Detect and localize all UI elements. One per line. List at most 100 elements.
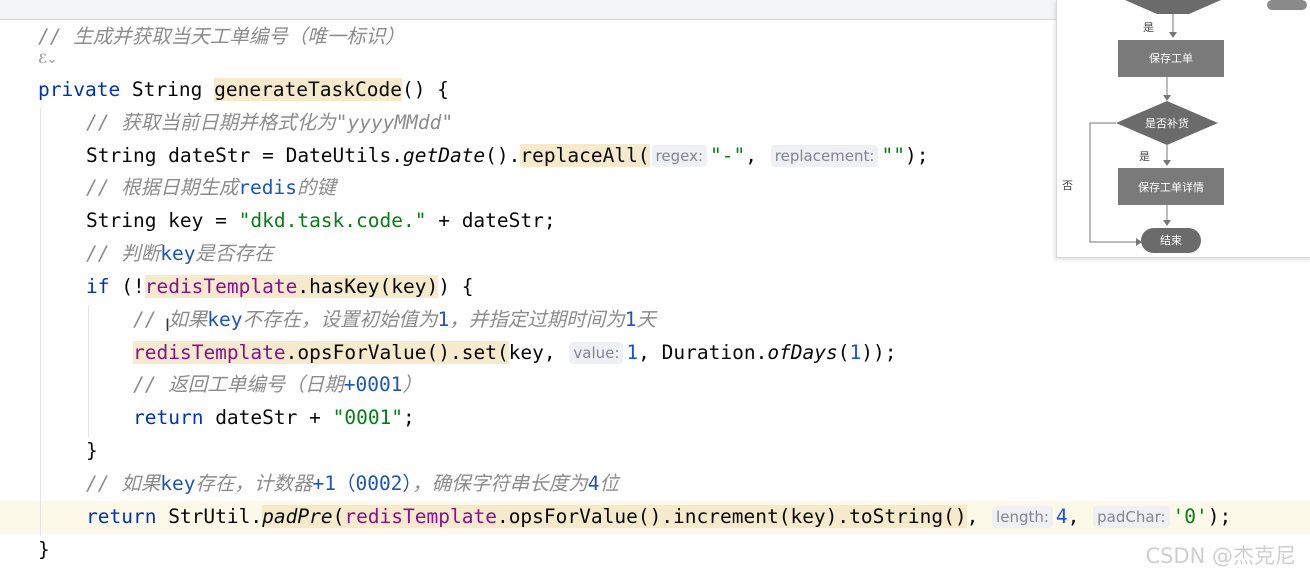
code-line[interactable]: private String generateTaskCode() { <box>38 75 449 105</box>
code-token: 4 <box>1055 505 1068 528</box>
code-token: , <box>1067 505 1092 528</box>
code-token: (redisTemplate.opsForValue().increment(k… <box>332 505 967 528</box>
code-token: String dateStr = DateUtils. <box>86 144 403 167</box>
code-token: "-" <box>710 144 746 167</box>
code-token: replaceAll( <box>520 144 650 167</box>
code-token: String key = <box>86 209 239 232</box>
flowchart-panel: 是 保存工单 是否补货 是 保存工单详情 结束 否 <box>1056 0 1310 258</box>
code-token: key <box>160 242 196 265</box>
code-token: ，并指定过期时间为 <box>449 308 625 331</box>
parameter-hint: value: <box>569 342 624 364</box>
parameter-hint: length: <box>992 506 1053 528</box>
code-token: 天 <box>636 308 657 331</box>
code-line[interactable]: redisTemplate.opsForValue().set(key, val… <box>133 338 897 368</box>
code-line[interactable]: // 根据日期生成redis的键 <box>86 173 336 203</box>
code-token: key <box>207 308 243 331</box>
code-token: // 如果 <box>86 472 161 495</box>
code-line[interactable]: // 返回工单编号（日期+0001） <box>133 370 422 400</box>
code-vision-ai-icon[interactable]: ℰ⌄ <box>38 52 57 67</box>
code-token: 存在，计数器 <box>195 472 313 495</box>
code-token: ( <box>837 341 850 364</box>
flowchart-label-yes-mid: 是 <box>1139 150 1150 163</box>
code-token: "dkd.task.code." <box>238 209 427 232</box>
flowchart-arrowhead <box>1163 95 1171 101</box>
code-token: key, <box>508 341 568 364</box>
code-token: "0001" <box>332 406 404 429</box>
flowchart-arrowhead <box>1169 32 1177 38</box>
code-token: +0001 <box>343 373 403 396</box>
code-line[interactable]: } <box>38 535 50 565</box>
code-token: "" <box>881 144 905 167</box>
parameter-hint: regex: <box>651 145 708 167</box>
code-token: 1 <box>437 308 450 331</box>
code-token: 位 <box>599 472 619 495</box>
code-token: , Duration. <box>638 341 768 364</box>
code-token: } <box>38 538 50 561</box>
code-token: 的键 <box>296 176 336 199</box>
code-token: , <box>745 144 769 167</box>
code-token: (! <box>109 275 145 298</box>
code-token: StrUtil. <box>156 505 263 528</box>
flowchart-node-partial <box>1267 0 1307 10</box>
code-token: getDate <box>402 144 486 167</box>
flowchart-label-no: 否 <box>1062 179 1073 192</box>
code-token: ） <box>402 373 422 396</box>
code-token: + dateStr; <box>426 209 556 232</box>
code-token: 不存在，设置初始值为 <box>242 308 438 331</box>
code-token: (). <box>485 144 521 167</box>
code-token: , <box>966 505 991 528</box>
code-token: ，确保字符串长度为 <box>412 472 588 495</box>
indent-guide-method <box>40 108 41 536</box>
code-token: )); <box>861 341 897 364</box>
parameter-hint: padChar: <box>1093 506 1170 528</box>
code-token: redisTemplate.hasKey(key) <box>144 275 439 298</box>
code-token: generateTaskCode <box>214 78 402 101</box>
flowchart-label-yes-top: 是 <box>1143 21 1154 34</box>
flowchart-decision-top <box>1125 0 1221 14</box>
code-token: ); <box>1207 505 1232 528</box>
code-token: key <box>160 472 196 495</box>
code-token: 4 <box>587 472 600 495</box>
code-token: ); <box>904 144 929 167</box>
code-token: // 判断 <box>86 242 161 265</box>
code-token: ofDays <box>767 341 838 364</box>
flowchart-node-end-label: 结束 <box>1160 234 1182 247</box>
code-token: return <box>86 505 157 528</box>
code-token: () { <box>401 78 449 101</box>
code-token: 1 <box>849 341 862 364</box>
code-token: // 根据日期生成 <box>86 176 239 199</box>
code-line[interactable]: // 判断key是否存在 <box>86 239 273 269</box>
code-line[interactable]: // 如果key存在，计数器+1（0002），确保字符串长度为4位 <box>86 469 619 499</box>
code-token: '0' <box>1172 505 1208 528</box>
code-token: return <box>133 406 204 429</box>
flowchart-diagram: 是 保存工单 是否补货 是 保存工单详情 结束 否 <box>1062 0 1307 253</box>
flowchart-decision-text: 是否补货 <box>1145 116 1189 130</box>
code-line[interactable]: } <box>86 436 98 466</box>
code-line[interactable]: // 如果key不存在，设置初始值为1，并指定过期时间为1天 <box>133 305 656 335</box>
code-token: 1 <box>624 308 637 331</box>
code-token: redisTemplate.opsForValue().set( <box>133 341 509 364</box>
code-token: // 生成并获取当天工单编号（唯一标识） <box>38 25 405 48</box>
flowchart-node-save-detail-label: 保存工单详情 <box>1138 180 1204 194</box>
code-line[interactable]: String dateStr = DateUtils.getDate().rep… <box>86 141 928 171</box>
flowchart-arrowhead <box>1163 160 1171 166</box>
code-token: // 返回工单编号（日期 <box>133 373 344 396</box>
code-token: dateStr + <box>203 406 333 429</box>
code-line[interactable]: return dateStr + "0001"; <box>133 403 415 433</box>
code-line[interactable]: if (!redisTemplate.hasKey(key)) { <box>86 272 473 302</box>
code-line[interactable]: return StrUtil.padPre(redisTemplate.opsF… <box>86 502 1231 532</box>
code-token: ; <box>403 406 415 429</box>
code-token: if <box>86 275 110 298</box>
code-token: ) { <box>438 275 474 298</box>
code-line[interactable]: // 获取当前日期并格式化为"yyyyMMdd" <box>86 108 453 138</box>
flowchart-node-save-order-label: 保存工单 <box>1149 51 1193 65</box>
watermark: CSDN @杰克尼 <box>1145 544 1296 568</box>
code-token: String <box>120 78 215 101</box>
code-line[interactable]: String key = "dkd.task.code." + dateStr; <box>86 206 556 236</box>
code-token: padPre <box>262 505 333 528</box>
code-token: 是否存在 <box>195 242 274 265</box>
code-line[interactable]: // 生成并获取当天工单编号（唯一标识） <box>38 22 405 52</box>
code-token: } <box>86 439 98 462</box>
parameter-hint: replacement: <box>770 145 879 167</box>
code-token: // 获取当前日期并格式化为"yyyyMMdd" <box>86 111 454 134</box>
